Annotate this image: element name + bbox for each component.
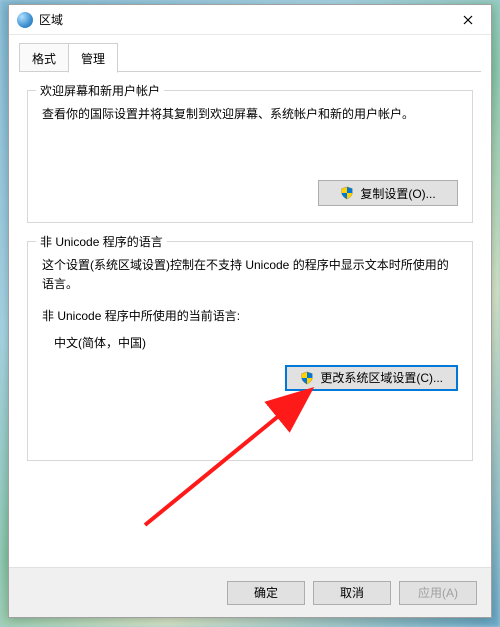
region-dialog: 区域 格式 管理 欢迎屏幕和新用户帐户 查看你的国际设置并将其复制到欢迎屏幕、系… (8, 4, 492, 618)
globe-icon (17, 12, 33, 28)
nonunicode-group: 非 Unicode 程序的语言 这个设置(系统区域设置)控制在不支持 Unico… (27, 241, 473, 461)
uac-shield-icon (300, 371, 314, 385)
tab-admin[interactable]: 管理 (68, 43, 118, 73)
welcome-button-row: 复制设置(O)... (42, 180, 458, 206)
copy-settings-button[interactable]: 复制设置(O)... (318, 180, 458, 206)
window-title: 区域 (39, 11, 445, 28)
nonunicode-button-row: 更改系统区域设置(C)... (42, 365, 458, 391)
welcome-group-desc: 查看你的国际设置并将其复制到欢迎屏幕、系统帐户和新的用户帐户。 (42, 105, 458, 124)
apply-button: 应用(A) (399, 581, 477, 605)
copy-settings-label: 复制设置(O)... (360, 185, 435, 202)
tab-format[interactable]: 格式 (19, 43, 69, 72)
ok-button[interactable]: 确定 (227, 581, 305, 605)
current-language-value: 中文(简体，中国) (54, 334, 458, 351)
change-system-locale-button[interactable]: 更改系统区域设置(C)... (285, 365, 458, 391)
tab-row: 格式 管理 (9, 35, 491, 72)
nonunicode-group-legend: 非 Unicode 程序的语言 (36, 233, 167, 250)
cancel-button[interactable]: 取消 (313, 581, 391, 605)
dialog-footer: 确定 取消 应用(A) (9, 567, 491, 617)
change-system-locale-label: 更改系统区域设置(C)... (320, 369, 443, 386)
close-button[interactable] (445, 5, 491, 35)
welcome-group: 欢迎屏幕和新用户帐户 查看你的国际设置并将其复制到欢迎屏幕、系统帐户和新的用户帐… (27, 90, 473, 223)
nonunicode-group-desc: 这个设置(系统区域设置)控制在不支持 Unicode 的程序中显示文本时所使用的… (42, 256, 458, 294)
close-icon (463, 15, 473, 25)
tab-content: 欢迎屏幕和新用户帐户 查看你的国际设置并将其复制到欢迎屏幕、系统帐户和新的用户帐… (9, 72, 491, 567)
titlebar: 区域 (9, 5, 491, 35)
welcome-group-legend: 欢迎屏幕和新用户帐户 (36, 82, 164, 99)
current-language-label: 非 Unicode 程序中所使用的当前语言: (42, 307, 458, 324)
uac-shield-icon (340, 186, 354, 200)
